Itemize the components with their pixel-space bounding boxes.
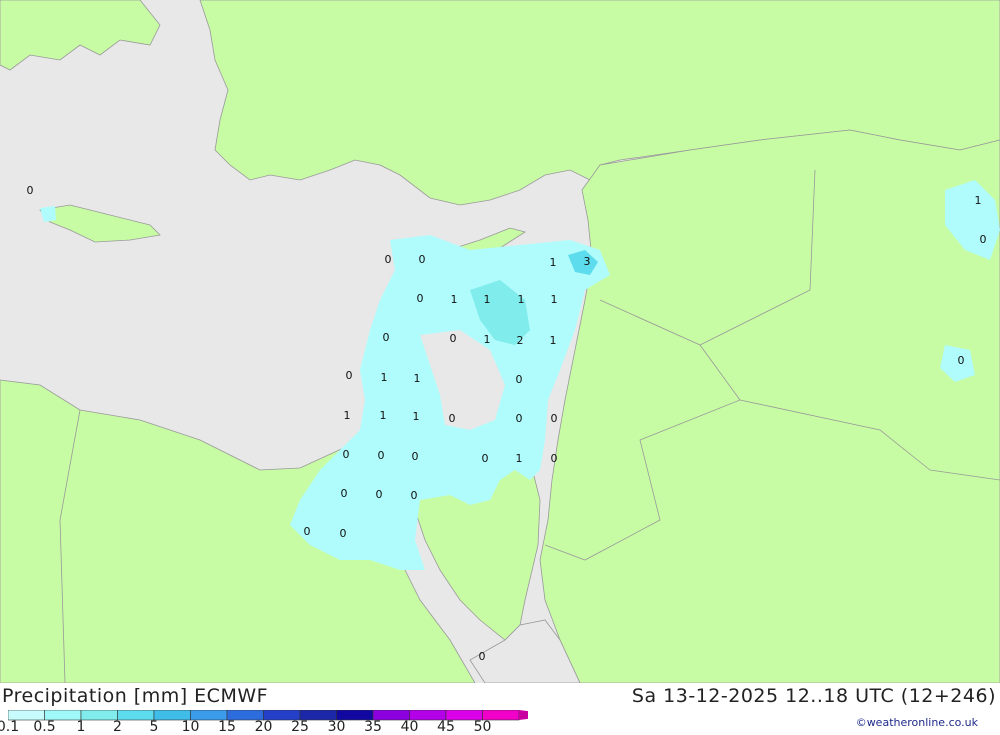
precip-value: 1: [550, 334, 557, 347]
precip-value: 0: [411, 489, 418, 502]
precip-value: 0: [304, 525, 311, 538]
precip-value: 0: [341, 487, 348, 500]
precip-value: 1: [516, 452, 523, 465]
precip-value: 0: [343, 448, 350, 461]
precip-value: 2: [517, 334, 524, 347]
precipitation-map: 0 0 0 1 3 0 1 1 1 1 0 0 1 2 1 0 1 1 0 1 1 1 0 0 0 0 0 0 0 1 0 0 0 0 0 0 0 1 0 0: [0, 0, 1000, 683]
precip-value: 3: [584, 255, 591, 268]
legend-swatch: [117, 709, 155, 721]
precip-value: 0: [376, 488, 383, 501]
precip-value: 1: [413, 410, 420, 423]
precip-value: 0: [958, 354, 965, 367]
legend-arrow: [519, 710, 557, 720]
precip-value: 1: [484, 293, 491, 306]
precip-value: 0: [450, 332, 457, 345]
precip-value: 0: [417, 292, 424, 305]
precip-value: 1: [551, 293, 558, 306]
credit-link[interactable]: ©weatheronline.co.uk: [856, 716, 978, 729]
precip-value: 0: [419, 253, 426, 266]
precip-value: 1: [550, 256, 557, 269]
precip-value: 0: [385, 253, 392, 266]
precip-value: 0: [516, 373, 523, 386]
precip-value: 0: [482, 452, 489, 465]
precip-value: 0: [378, 449, 385, 462]
precip-value: 0: [479, 650, 486, 663]
precip-value: 0: [551, 452, 558, 465]
precip-value: 1: [518, 293, 525, 306]
precip-value: 0: [551, 412, 558, 425]
precip-value: 0: [383, 331, 390, 344]
precip-value: 0: [346, 369, 353, 382]
precip-value: 0: [340, 527, 347, 540]
precip-value: 1: [414, 372, 421, 385]
precip-value: 1: [484, 333, 491, 346]
map-title: Precipitation [mm] ECMWF: [2, 685, 269, 707]
precip-value: 1: [344, 409, 351, 422]
precip-value: 0: [449, 412, 456, 425]
precip-value: 0: [27, 184, 34, 197]
legend-swatch: [80, 709, 118, 721]
precip-value: 0: [516, 412, 523, 425]
precip-value: 1: [451, 293, 458, 306]
precip-value: 0: [980, 233, 987, 246]
precip-value: 0: [412, 450, 419, 463]
forecast-datetime: Sa 13-12-2025 12..18 UTC (12+246): [631, 685, 996, 707]
precip-value: 1: [380, 409, 387, 422]
footer: Precipitation [mm] ECMWF Sa 13-12-2025 1…: [0, 683, 1000, 735]
precip-value: 1: [975, 194, 982, 207]
color-legend: 0.1 0.5 1 2 5 10 15 20 25 30 35 40 45 50: [0, 707, 557, 735]
precip-value: 1: [381, 371, 388, 384]
